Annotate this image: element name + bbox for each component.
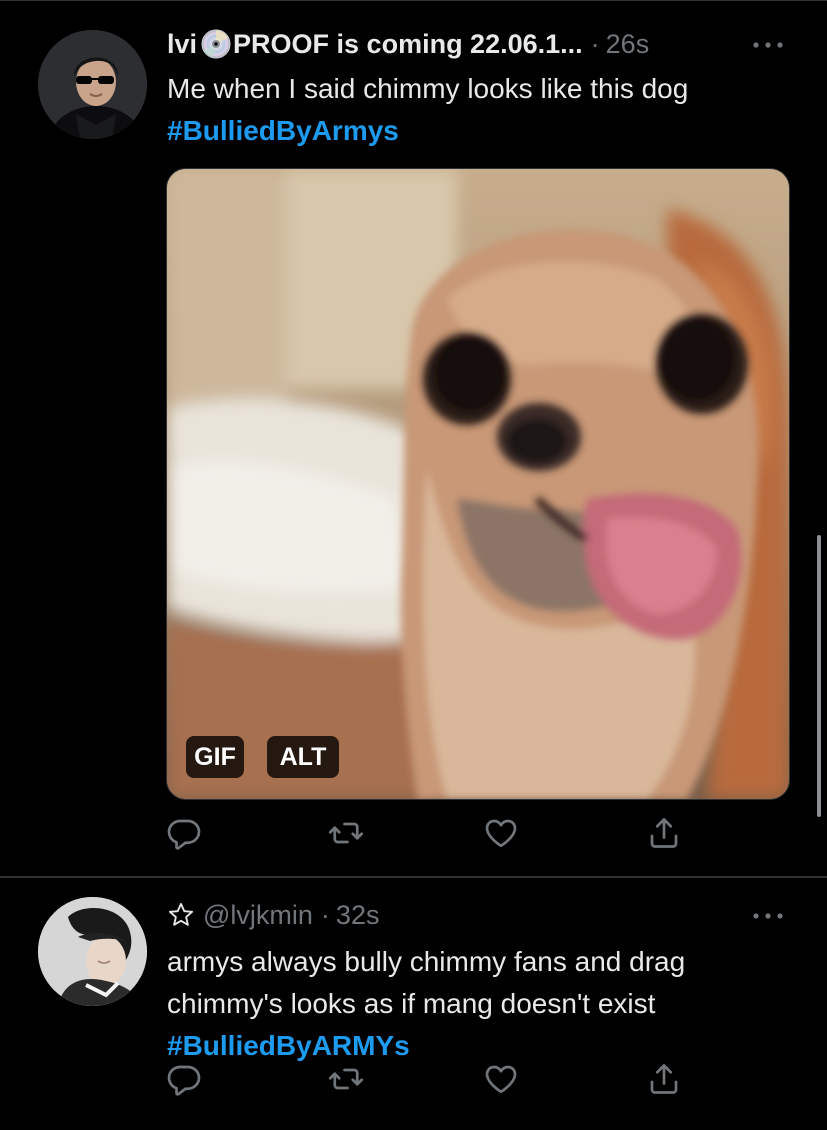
timestamp[interactable]: 32s: [336, 900, 380, 931]
share-icon[interactable]: [646, 1061, 682, 1097]
tweet-actions: [166, 1061, 696, 1101]
display-name[interactable]: lvi: [167, 29, 197, 60]
retweet-icon[interactable]: [328, 1061, 364, 1097]
retweet-icon[interactable]: [328, 815, 364, 851]
reply-icon[interactable]: [166, 815, 202, 851]
avatar[interactable]: [38, 30, 147, 139]
tweet-text: armys always bully chimmy fans and drag …: [167, 941, 787, 1067]
separator: ·: [320, 899, 330, 930]
reply-icon[interactable]: [166, 1061, 202, 1097]
disc-emoji-icon: [201, 29, 231, 59]
separator: ·: [590, 28, 600, 59]
tweet[interactable]: lvi PROOF is coming 22.06.1... · 26s Me …: [0, 0, 827, 876]
timestamp[interactable]: 26s: [606, 29, 650, 60]
dog-gif-image: [167, 169, 789, 799]
display-name-suffix[interactable]: PROOF is coming 22.06.1...: [233, 29, 583, 60]
more-icon[interactable]: [751, 40, 785, 50]
tweet-text: Me when I said chimmy looks like this do…: [167, 68, 787, 152]
tweet-body: Me when I said chimmy looks like this do…: [167, 73, 689, 104]
avatar-image: [38, 897, 147, 1006]
more-icon[interactable]: [751, 911, 785, 921]
tweet-header: @lvjkmin · 32s: [167, 898, 379, 932]
gif-badge: GIF: [186, 736, 244, 778]
tweet-actions: [166, 815, 696, 855]
tweet[interactable]: @lvjkmin · 32s armys always bully chimmy…: [0, 878, 827, 1130]
hashtag-link[interactable]: #BulliedByArmys: [167, 110, 787, 152]
avatar[interactable]: [38, 897, 147, 1006]
like-icon[interactable]: [483, 1061, 519, 1097]
share-icon[interactable]: [646, 815, 682, 851]
alt-badge[interactable]: ALT: [267, 736, 339, 778]
scrollbar[interactable]: [817, 535, 821, 817]
tweet-body: armys always bully chimmy fans and drag …: [167, 946, 686, 1019]
tweet-header: lvi PROOF is coming 22.06.1... · 26s: [167, 27, 649, 61]
user-handle[interactable]: @lvjkmin: [203, 900, 313, 931]
timeline: lvi PROOF is coming 22.06.1... · 26s Me …: [0, 0, 827, 1130]
gif-media[interactable]: GIF ALT: [166, 168, 790, 800]
star-icon: [168, 902, 194, 926]
like-icon[interactable]: [483, 815, 519, 851]
avatar-image: [38, 30, 147, 139]
